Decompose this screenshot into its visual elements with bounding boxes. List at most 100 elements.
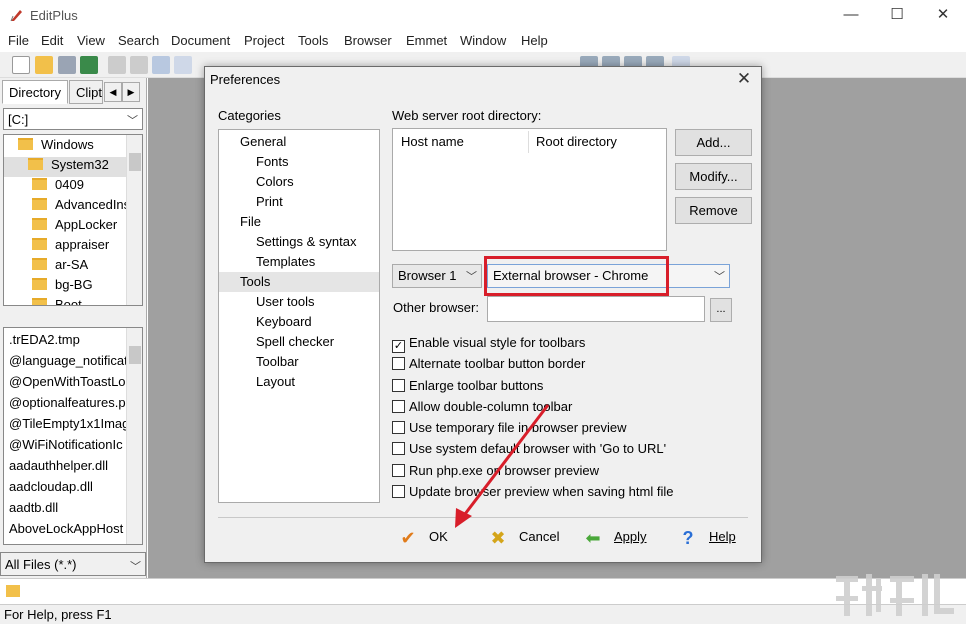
category-item[interactable]: General (219, 132, 379, 152)
browse-button[interactable]: ... (710, 298, 732, 322)
save-all-icon[interactable] (80, 56, 98, 74)
category-item[interactable]: File (219, 212, 379, 232)
menu-emmet[interactable]: Emmet (406, 33, 447, 48)
scroll-thumb[interactable] (129, 346, 141, 364)
checkbox-enable-visual-style[interactable]: ✓ Enable visual style for toolbars (392, 335, 585, 355)
file-item[interactable]: .trEDA2.tmp (9, 332, 80, 347)
tab-directory[interactable]: Directory (2, 80, 68, 104)
category-item[interactable]: Keyboard (219, 312, 379, 332)
scroll-thumb[interactable] (129, 153, 141, 171)
folder-item[interactable]: AppLocker (32, 217, 117, 237)
file-scrollbar[interactable] (126, 328, 142, 544)
column-host-name[interactable]: Host name (393, 129, 472, 155)
browser-slot-select[interactable]: Browser 1 ﹀ (392, 264, 482, 288)
column-root-directory[interactable]: Root directory (528, 129, 625, 155)
menu-view[interactable]: View (77, 33, 105, 48)
menu-project[interactable]: Project (244, 33, 284, 48)
checkbox-checked[interactable]: ✓ (392, 340, 405, 353)
other-browser-input[interactable] (487, 296, 705, 322)
document-icon[interactable] (6, 585, 20, 597)
file-list[interactable]: .trEDA2.tmp @language_notificat @OpenWit… (3, 327, 143, 545)
add-button[interactable]: Add... (675, 129, 752, 156)
file-item[interactable]: aadcloudap.dll (9, 479, 93, 494)
menu-help[interactable]: Help (521, 33, 548, 48)
checkbox[interactable] (392, 464, 405, 477)
close-button[interactable]: ✕ (920, 0, 966, 30)
checkbox[interactable] (392, 357, 405, 370)
category-item[interactable]: Fonts (219, 152, 379, 172)
checkbox-temporary-file[interactable]: Use temporary file in browser preview (392, 420, 626, 440)
file-item[interactable]: @WiFiNotificationIc (9, 437, 123, 452)
folder-item[interactable]: AdvancedIns (32, 197, 130, 217)
category-item[interactable]: Templates (219, 252, 379, 272)
folder-icon (32, 298, 47, 305)
print-icon[interactable] (108, 56, 126, 74)
new-file-icon[interactable] (12, 56, 30, 74)
remove-button[interactable]: Remove (675, 197, 752, 224)
category-item[interactable]: Toolbar (219, 352, 379, 372)
file-item[interactable]: aadtb.dll (9, 500, 58, 515)
checkbox-enlarge-buttons[interactable]: Enlarge toolbar buttons (392, 378, 543, 398)
spell-check-icon[interactable] (152, 56, 170, 74)
directory-panel: Directory Clipt ◀ ▶ [C:] ﹀ Windows Syste… (0, 78, 147, 578)
category-item[interactable]: Colors (219, 172, 379, 192)
file-item[interactable]: aadauthhelper.dll (9, 458, 108, 473)
folder-item[interactable]: appraiser (32, 237, 109, 257)
menu-document[interactable]: Document (171, 33, 230, 48)
tab-scroll-left-icon[interactable]: ◀ (104, 82, 122, 102)
close-icon[interactable]: ✕ (733, 69, 755, 89)
menu-browser[interactable]: Browser (344, 33, 392, 48)
minimize-button[interactable]: — (828, 0, 874, 30)
checkbox-run-php[interactable]: Run php.exe on browser preview (392, 463, 599, 483)
checkbox[interactable] (392, 442, 405, 455)
tab-scroll-right-icon[interactable]: ▶ (122, 82, 140, 102)
category-item[interactable]: Print (219, 192, 379, 212)
file-item[interactable]: @OpenWithToastLo (9, 374, 126, 389)
folder-item[interactable]: 0409 (32, 177, 84, 197)
menu-file[interactable]: File (8, 33, 29, 48)
file-item[interactable]: @TileEmpty1x1Imag (9, 416, 129, 431)
menu-edit[interactable]: Edit (41, 33, 63, 48)
folder-scrollbar[interactable] (126, 135, 142, 305)
folder-item[interactable]: bg-BG (32, 277, 93, 297)
category-item[interactable]: Spell checker (219, 332, 379, 352)
cancel-button[interactable]: ✖ Cancel (487, 528, 559, 552)
checkbox[interactable] (392, 485, 405, 498)
drive-select[interactable]: [C:] ﹀ (3, 108, 143, 130)
maximize-button[interactable]: ☐ (874, 0, 920, 30)
checkbox-update-preview[interactable]: Update browser preview when saving html … (392, 484, 673, 504)
folder-item-selected[interactable]: System32 (4, 157, 126, 177)
checkbox-system-default-browser[interactable]: Use system default browser with 'Go to U… (392, 441, 666, 461)
folder-item[interactable]: Windows (18, 137, 94, 157)
open-folder-icon[interactable] (35, 56, 53, 74)
menu-window[interactable]: Window (460, 33, 506, 48)
webserver-table[interactable]: Host name Root directory (392, 128, 667, 251)
file-item[interactable]: @optionalfeatures.p (9, 395, 126, 410)
menu-tools[interactable]: Tools (298, 33, 328, 48)
checkbox[interactable] (392, 379, 405, 392)
tab-cliptext[interactable]: Clipt (69, 80, 103, 104)
file-filter-select[interactable]: All Files (*.*) ﹀ (0, 552, 146, 576)
file-item[interactable]: AboveLockAppHost (9, 521, 123, 536)
folder-tree[interactable]: Windows System32 0409 AdvancedIns AppLoc… (3, 134, 143, 306)
checkbox[interactable] (392, 400, 405, 413)
checkbox-alternate-border[interactable]: Alternate toolbar button border (392, 356, 585, 376)
folder-item[interactable]: ar-SA (32, 257, 88, 277)
category-item-selected[interactable]: Tools (219, 272, 379, 292)
menu-search[interactable]: Search (118, 33, 159, 48)
checkbox-double-column[interactable]: Allow double-column toolbar (392, 399, 572, 419)
apply-button[interactable]: ⬅ Apply (582, 528, 646, 552)
print-preview-icon[interactable] (130, 56, 148, 74)
category-item[interactable]: User tools (219, 292, 379, 312)
browser-preview-icon[interactable] (174, 56, 192, 74)
file-item[interactable]: @language_notificat (9, 353, 128, 368)
category-item[interactable]: Settings & syntax (219, 232, 379, 252)
category-item[interactable]: Layout (219, 372, 379, 392)
help-button[interactable]: ? Help (677, 528, 736, 552)
checkbox[interactable] (392, 421, 405, 434)
save-icon[interactable] (58, 56, 76, 74)
modify-button[interactable]: Modify... (675, 163, 752, 190)
folder-item[interactable]: Boot (32, 297, 82, 305)
categories-list[interactable]: General Fonts Colors Print File Settings… (218, 129, 380, 503)
ok-button[interactable]: ✔ OK (397, 528, 447, 552)
